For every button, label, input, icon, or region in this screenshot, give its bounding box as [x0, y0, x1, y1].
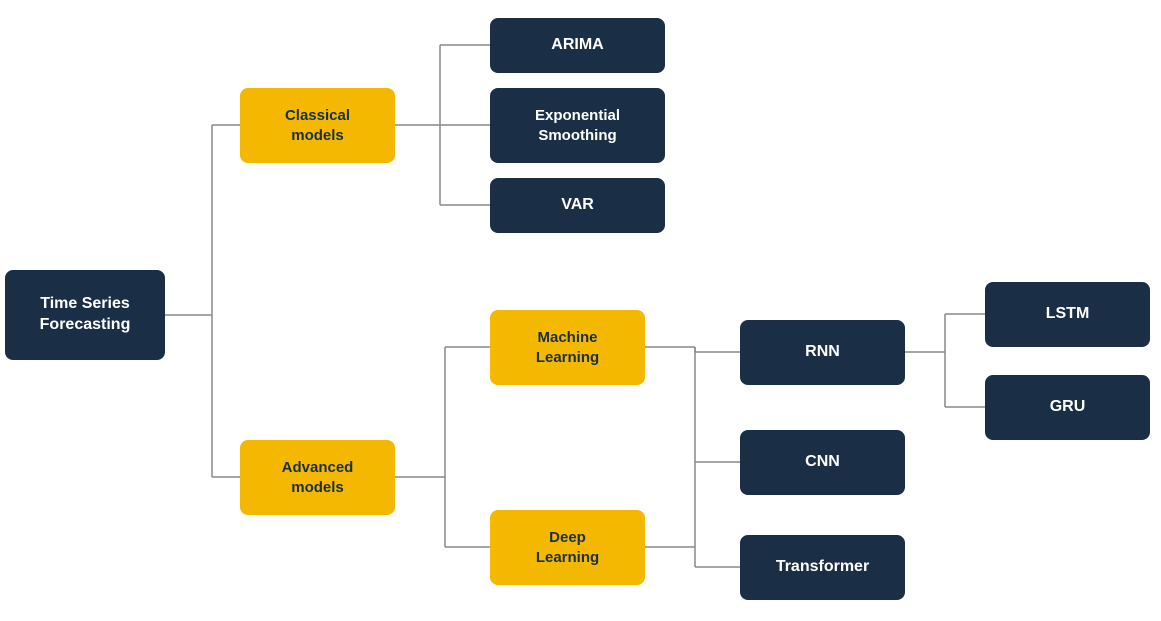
- classical-node: Classical models: [240, 88, 395, 163]
- diagram-container: Time Series Forecasting Classical models…: [0, 0, 1161, 621]
- tsf-node: Time Series Forecasting: [5, 270, 165, 360]
- dl-node: Deep Learning: [490, 510, 645, 585]
- lstm-label: LSTM: [1046, 304, 1090, 325]
- gru-label: GRU: [1050, 397, 1086, 418]
- exp-label: Exponential Smoothing: [535, 106, 620, 145]
- transformer-node: Transformer: [740, 535, 905, 600]
- cnn-node: CNN: [740, 430, 905, 495]
- var-label: VAR: [561, 195, 594, 216]
- rnn-node: RNN: [740, 320, 905, 385]
- exp-smoothing-node: Exponential Smoothing: [490, 88, 665, 163]
- var-node: VAR: [490, 178, 665, 233]
- advanced-node: Advanced models: [240, 440, 395, 515]
- classical-label: Classical models: [285, 106, 350, 145]
- advanced-label: Advanced models: [282, 458, 354, 497]
- cnn-label: CNN: [805, 452, 840, 473]
- rnn-label: RNN: [805, 342, 840, 363]
- ml-node: Machine Learning: [490, 310, 645, 385]
- gru-node: GRU: [985, 375, 1150, 440]
- transformer-label: Transformer: [776, 557, 869, 578]
- lstm-node: LSTM: [985, 282, 1150, 347]
- arima-label: ARIMA: [551, 35, 603, 56]
- dl-label: Deep Learning: [536, 528, 599, 567]
- tsf-label: Time Series Forecasting: [40, 294, 131, 336]
- ml-label: Machine Learning: [536, 328, 599, 367]
- arima-node: ARIMA: [490, 18, 665, 73]
